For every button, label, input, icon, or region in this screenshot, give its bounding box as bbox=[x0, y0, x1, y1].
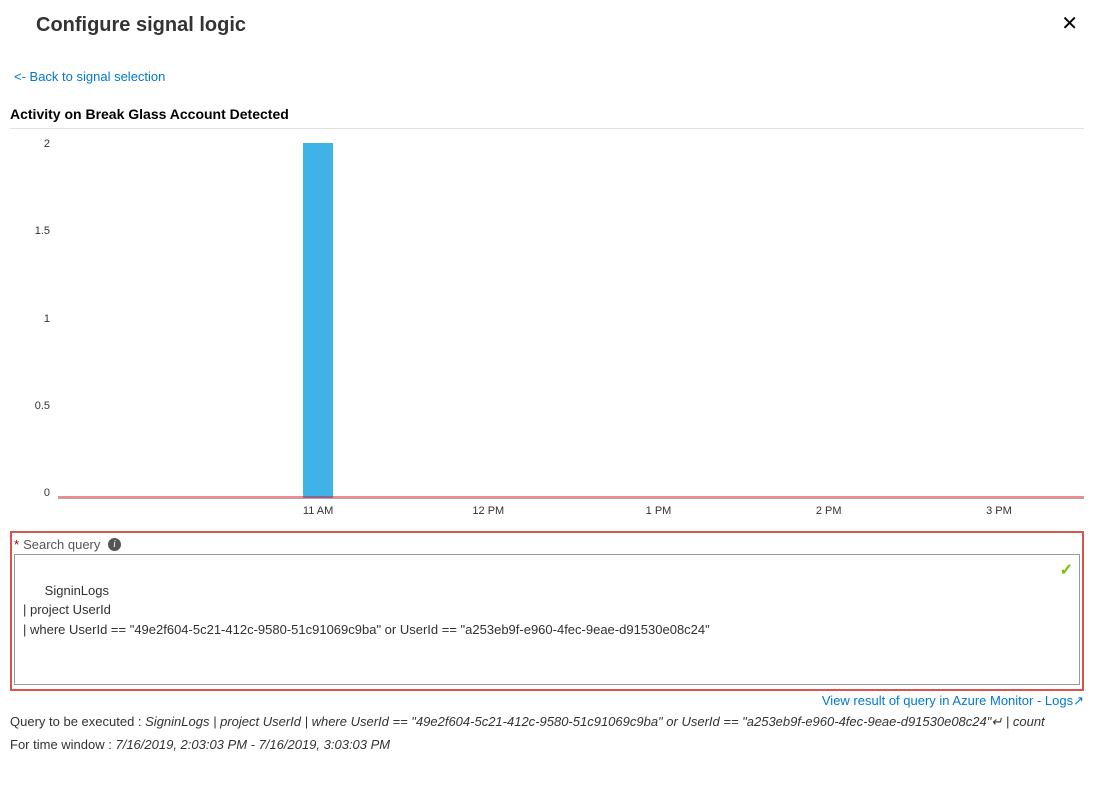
x-tick: 2 PM bbox=[744, 505, 914, 517]
chart-x-axis: 11 AM 12 PM 1 PM 2 PM 3 PM bbox=[58, 505, 1084, 517]
info-icon[interactable]: i bbox=[108, 538, 121, 551]
y-tick: 0.5 bbox=[12, 401, 50, 412]
x-tick: 12 PM bbox=[403, 505, 573, 517]
query-to-execute: Query to be executed : SigninLogs | proj… bbox=[10, 713, 1084, 732]
x-tick: 3 PM bbox=[914, 505, 1084, 517]
query-to-execute-prefix: Query to be executed : bbox=[10, 714, 145, 729]
x-tick: 1 PM bbox=[573, 505, 743, 517]
search-query-text: SigninLogs | project UserId | where User… bbox=[23, 583, 710, 637]
search-query-label: * Search query i bbox=[14, 537, 1080, 552]
panel-title: Configure signal logic bbox=[36, 14, 246, 37]
chart-y-axis: 2 1.5 1 0.5 0 bbox=[12, 139, 58, 499]
search-query-label-text: Search query bbox=[23, 537, 100, 552]
time-window-value: 7/16/2019, 2:03:03 PM - 7/16/2019, 3:03:… bbox=[115, 737, 390, 752]
back-to-selection-link[interactable]: <- Back to signal selection bbox=[14, 69, 165, 84]
bar-11am bbox=[303, 143, 333, 498]
view-result-link-text: View result of query in Azure Monitor - … bbox=[822, 693, 1073, 708]
time-window: For time window : 7/16/2019, 2:03:03 PM … bbox=[10, 736, 1084, 755]
query-to-execute-value: SigninLogs | project UserId | where User… bbox=[145, 714, 1045, 729]
y-tick: 1 bbox=[12, 314, 50, 325]
threshold-line bbox=[58, 496, 1084, 498]
x-tick: 11 AM bbox=[233, 505, 403, 517]
check-icon: ✓ bbox=[1060, 559, 1073, 583]
view-result-link[interactable]: View result of query in Azure Monitor - … bbox=[10, 693, 1084, 709]
external-link-icon: ↗ bbox=[1073, 693, 1084, 708]
y-tick: 1.5 bbox=[12, 226, 50, 237]
required-indicator: * bbox=[14, 537, 19, 552]
y-tick: 2 bbox=[12, 139, 50, 150]
time-window-prefix: For time window : bbox=[10, 737, 115, 752]
chart: 2 1.5 1 0.5 0 11 AM 12 PM 1 PM 2 PM 3 PM bbox=[10, 128, 1084, 517]
y-tick: 0 bbox=[12, 488, 50, 499]
plot-area bbox=[58, 139, 1084, 499]
search-query-highlight: * Search query i SigninLogs | project Us… bbox=[10, 531, 1084, 691]
signal-subtitle: Activity on Break Glass Account Detected bbox=[10, 106, 1084, 122]
search-query-input[interactable]: SigninLogs | project UserId | where User… bbox=[14, 554, 1080, 685]
close-icon[interactable]: ✕ bbox=[1061, 14, 1082, 34]
